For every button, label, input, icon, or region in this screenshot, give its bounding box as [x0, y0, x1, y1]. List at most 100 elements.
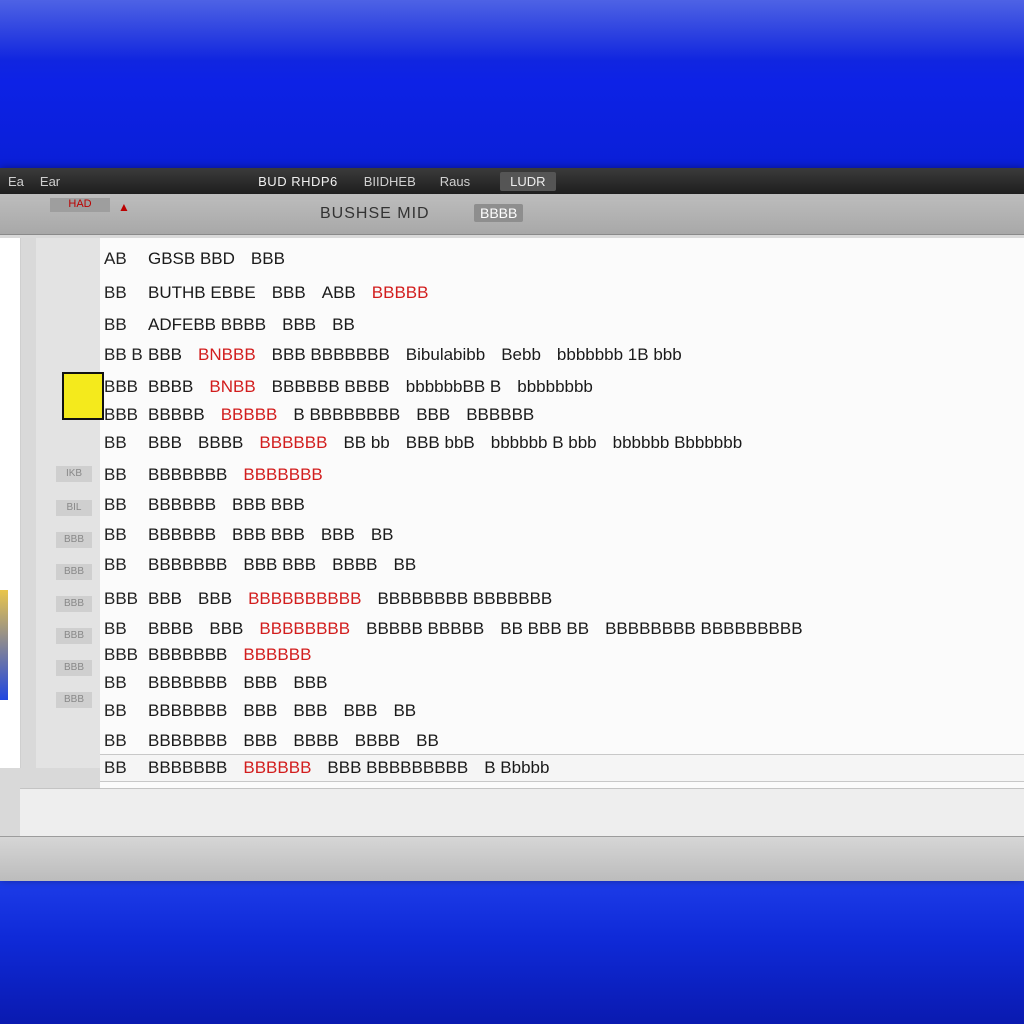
row-text: GBSB BBD [148, 249, 235, 268]
gutter-item[interactable]: BIL [56, 500, 92, 516]
row-text: BUTHB EBBE [148, 283, 256, 302]
gutter-item[interactable]: BBB [56, 532, 92, 548]
row-text: BBBBBBB [148, 645, 228, 664]
row-text: BBBBBB [148, 525, 217, 544]
row-text: BBBBB [148, 405, 205, 424]
log-row[interactable]: BBB BBB BBB BBBBBBBBBB BBBBBBBB BBBBBBB [100, 586, 1024, 612]
row-text: BBBBBBB [148, 701, 228, 720]
log-row[interactable]: BB ADFEBB BBBB BBB BB [100, 312, 1024, 338]
row-text: BBBBBB BBBB [271, 377, 390, 396]
row-text: BB [393, 701, 417, 720]
status-panel [20, 788, 1024, 837]
log-row[interactable]: BBBBBBBBBBBBBBBB [100, 462, 1024, 488]
row-code: BB B [104, 345, 143, 364]
window-state: Raus [439, 173, 471, 189]
selection-marker[interactable] [62, 372, 104, 420]
row-highlight-text: BBBBBBB [243, 465, 323, 484]
log-row[interactable]: BBB BBBBB BBBBB B BBBBBBBB BBB BBBBBB [100, 402, 1024, 428]
gutter-item[interactable]: BBB [56, 596, 92, 612]
gutter-item[interactable]: BBB [56, 692, 92, 708]
system-label[interactable]: Ear [32, 174, 68, 189]
log-row[interactable]: BB BBB BBBB BBBBBB BB bb BBB bbB bbbbbb B bbb b… [100, 430, 1024, 456]
row-text: BBB BBBBBBBBB [327, 758, 469, 777]
gutter-item[interactable]: BBB [56, 660, 92, 676]
toolbar-title: BUSHSE MID [320, 205, 430, 222]
toolbar: HAD ▲ BUSHSE MID BBBB [0, 194, 1024, 235]
toolbar-label[interactable]: HAD [50, 198, 110, 212]
row-text: BBB [148, 433, 183, 452]
row-highlight-text: BNBB [209, 377, 256, 396]
row-code: BB [104, 619, 127, 638]
desktop-edge-icon [0, 590, 8, 700]
row-text: BBB [416, 405, 451, 424]
row-code: BB [104, 731, 127, 750]
row-text: bbbbbb B bbb [490, 433, 597, 452]
row-code: BB [104, 283, 127, 302]
row-highlight-text: BBBBBB [259, 433, 328, 452]
row-text: BBBB [354, 731, 401, 750]
gutter-item[interactable]: IKB [56, 466, 92, 482]
row-text: BBBBBBB [148, 465, 228, 484]
row-text: BBB BBBBBBB [271, 345, 390, 364]
row-code: BBB [104, 589, 139, 608]
log-row[interactable]: BB BBBBBB BBB BBB BBB BB [100, 522, 1024, 548]
log-row[interactable]: BBB BBBB BNBB BBBBBB BBBB bbbbbbBB Bbbbbbbbb [100, 374, 1024, 400]
row-highlight-text: BBBBB [220, 405, 278, 424]
row-code: AB [104, 249, 127, 268]
row-text: BBB BBB [232, 495, 305, 514]
row-text: B Bbbbb [484, 758, 550, 777]
log-row[interactable]: BB BBBBBB BBB BBB [100, 492, 1024, 518]
row-code: BB [104, 465, 127, 484]
row-highlight-text: BBBBBBBBBB [248, 589, 362, 608]
desktop-background-lower [0, 880, 1024, 1024]
row-text: BBBBBB [148, 495, 217, 514]
row-text: Bebb [501, 345, 541, 364]
row-text: BB [393, 555, 417, 574]
title-bar: Ea Ear BUD RHDP6 BIIDHEB Raus LUDR [0, 168, 1024, 194]
row-text: BB [332, 315, 355, 334]
bottom-bar [0, 836, 1024, 881]
system-menu[interactable]: Ea [0, 174, 32, 189]
row-text: BBB [250, 249, 285, 268]
log-content: AB GBSB BBD BBB BB BUTHB EBBE BBB ABB BBBBB BB AD… [100, 238, 1024, 788]
window-subtitle: BIIDHEB [363, 173, 416, 189]
row-text: ADFEBB BBBB [148, 315, 267, 334]
row-text: BBB [293, 673, 328, 692]
log-row[interactable]: BB B BBB BNBBB BBB BBBBBBB Bibulabibb Bebb bbb… [100, 342, 1024, 368]
log-row[interactable]: BB BBBBBBB BBB BBBB BBBB BB [100, 728, 1024, 754]
row-text: ABB [321, 283, 356, 302]
row-text: BBB bbB [405, 433, 475, 452]
row-text: BBB [148, 589, 183, 608]
log-row[interactable]: BB BBBBBBB BBB BBB BBBB BB [100, 552, 1024, 578]
log-row[interactable]: BB BBBBBBB BBB BBB [100, 670, 1024, 696]
row-text: BBB [343, 701, 378, 720]
row-highlight-text: BBBBBBBB [259, 619, 351, 638]
row-text: BBB [282, 315, 317, 334]
row-text: BBBB [198, 433, 244, 452]
row-highlight-text: BBBBBB [243, 758, 312, 777]
log-row[interactable]: BBBBBBBBBBBBBBBB [100, 642, 1024, 668]
log-row[interactable]: BB BBBBBBB BBB BBB BBB BB [100, 698, 1024, 724]
row-text: BBBBBBB [148, 758, 228, 777]
gutter-item[interactable]: BBB [56, 564, 92, 580]
row-text: BBBB [332, 555, 378, 574]
warning-icon[interactable]: ▲ [118, 200, 130, 214]
row-code: BB [104, 555, 127, 574]
row-text: bbbbbbb 1B bbb [556, 345, 682, 364]
desktop-background [0, 0, 1024, 60]
log-row[interactable]: AB GBSB BBD BBB [100, 246, 1024, 272]
row-code: BB [104, 673, 127, 692]
row-code: BBB [104, 405, 139, 424]
row-text: BBB [271, 283, 306, 302]
row-text: B BBBBBBBB [293, 405, 401, 424]
log-row[interactable]: BB BUTHB EBBE BBB ABB BBBBB [100, 280, 1024, 306]
window-menu-button[interactable]: LUDR [500, 171, 556, 191]
log-row[interactable]: BB BBBB BBB BBBBBBBB BBBBB BBBBB BB BBB BB BBB… [100, 616, 1024, 642]
log-row[interactable]: BB BBBBBBB BBBBBB BBB BBBBBBBBB B Bbbbb [100, 754, 1024, 782]
toolbar-badge[interactable]: BBBB [474, 204, 524, 222]
gutter-item[interactable]: BBB [56, 628, 92, 644]
row-code: BB [104, 758, 127, 777]
row-text: BBBBBBB [148, 673, 228, 692]
row-text: BBB BBB [243, 555, 317, 574]
row-highlight-text: BNBBB [198, 345, 256, 364]
